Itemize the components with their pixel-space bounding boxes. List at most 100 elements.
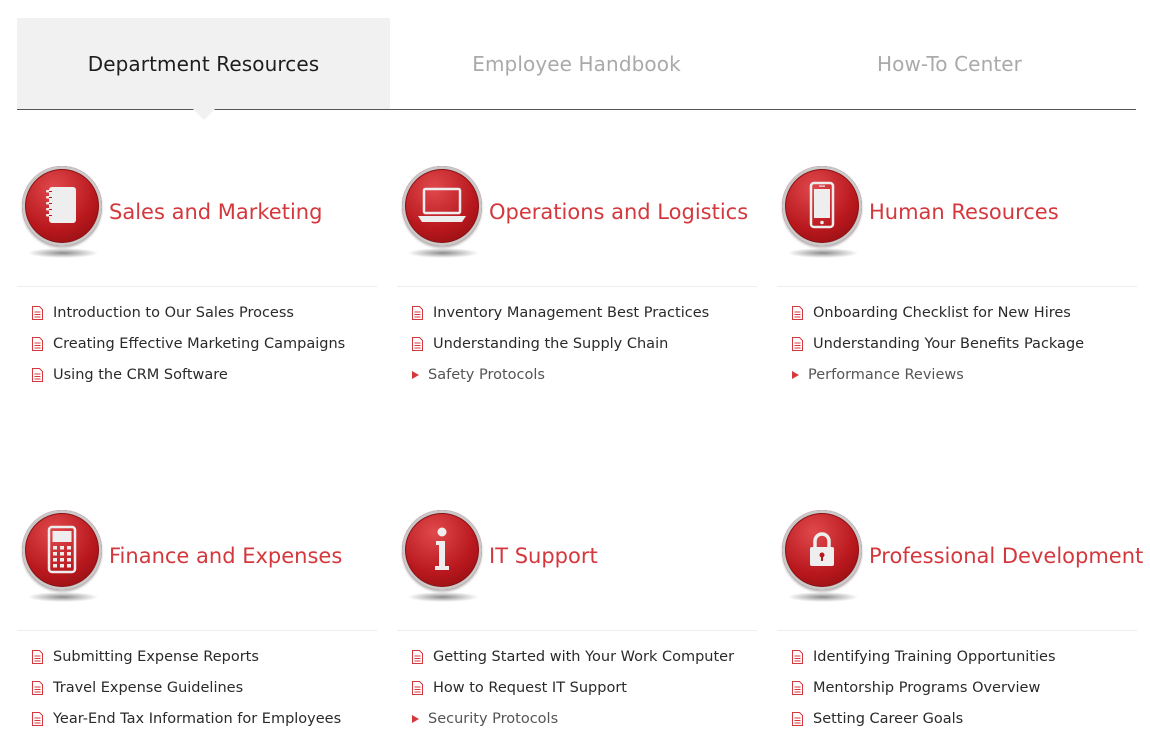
section-title[interactable]: Finance and Expenses bbox=[109, 544, 342, 568]
document-icon bbox=[32, 711, 43, 726]
item-label: Using the CRM Software bbox=[53, 366, 228, 383]
item-label: Mentorship Programs Overview bbox=[813, 679, 1041, 696]
tab-label: Employee Handbook bbox=[472, 51, 681, 76]
list-item[interactable]: Getting Started with Your Work Computer bbox=[397, 641, 757, 672]
item-label: Creating Effective Marketing Campaigns bbox=[53, 335, 346, 352]
document-icon bbox=[32, 305, 43, 320]
tab-how-to-center[interactable]: How-To Center bbox=[763, 18, 1136, 109]
section-header: Finance and Expenses bbox=[17, 510, 377, 631]
icon-shadow bbox=[27, 592, 99, 602]
icon-shadow bbox=[787, 248, 859, 258]
list-item-folder[interactable]: Performance Reviews bbox=[777, 359, 1137, 390]
section-header: Sales and Marketing bbox=[17, 166, 377, 287]
document-icon bbox=[792, 336, 803, 351]
item-label: Introduction to Our Sales Process bbox=[53, 304, 294, 321]
list-item[interactable]: Creating Effective Marketing Campaigns bbox=[17, 328, 377, 359]
section-it-support: IT Support Getting Started with Your Wor… bbox=[397, 510, 757, 734]
list-item[interactable]: How to Request IT Support bbox=[397, 672, 757, 703]
list-item[interactable]: Understanding the Supply Chain bbox=[397, 328, 757, 359]
tab-department-resources[interactable]: Department Resources bbox=[17, 18, 390, 120]
list-item-folder[interactable]: Security Protocols bbox=[397, 703, 757, 734]
document-icon bbox=[792, 711, 803, 726]
list-item[interactable]: Submitting Expense Reports bbox=[17, 641, 377, 672]
tab-label: How-To Center bbox=[876, 51, 1023, 76]
section-header: Professional Development bbox=[777, 510, 1143, 631]
item-label: Setting Career Goals bbox=[813, 710, 964, 727]
calculator-icon bbox=[22, 510, 102, 590]
list-item[interactable]: Inventory Management Best Practices bbox=[397, 297, 757, 328]
list-item[interactable]: Year-End Tax Information for Employees bbox=[17, 703, 377, 734]
icon-shadow bbox=[407, 248, 479, 258]
list-item[interactable]: Mentorship Programs Overview bbox=[777, 672, 1137, 703]
list-item[interactable]: Using the CRM Software bbox=[17, 359, 377, 390]
section-icon-badge bbox=[399, 510, 485, 610]
expand-triangle-icon bbox=[792, 370, 799, 379]
section-header: Human Resources bbox=[777, 166, 1137, 287]
list-item-folder[interactable]: Safety Protocols bbox=[397, 359, 757, 390]
item-label: Performance Reviews bbox=[808, 366, 964, 383]
resource-list: Identifying Training Opportunities Mento… bbox=[777, 641, 1137, 734]
list-item[interactable]: Understanding Your Benefits Package bbox=[777, 328, 1137, 359]
document-icon bbox=[792, 649, 803, 664]
icon-shadow bbox=[787, 592, 859, 602]
document-icon bbox=[412, 305, 423, 320]
list-item[interactable]: Identifying Training Opportunities bbox=[777, 641, 1137, 672]
section-title[interactable]: Professional Development bbox=[869, 544, 1143, 568]
item-label: Year-End Tax Information for Employees bbox=[53, 710, 342, 727]
section-professional-development: Professional Development Identifying Tra… bbox=[777, 510, 1143, 734]
section-title[interactable]: Operations and Logistics bbox=[489, 200, 748, 224]
item-label: Submitting Expense Reports bbox=[53, 648, 259, 665]
document-icon bbox=[792, 680, 803, 695]
laptop-icon bbox=[402, 166, 482, 246]
item-label: Getting Started with Your Work Computer bbox=[433, 648, 735, 665]
info-icon bbox=[402, 510, 482, 590]
section-finance-expenses: Finance and Expenses Submitting Expense … bbox=[17, 510, 377, 734]
item-label: Understanding Your Benefits Package bbox=[813, 335, 1085, 352]
document-icon bbox=[32, 680, 43, 695]
section-title[interactable]: Sales and Marketing bbox=[109, 200, 322, 224]
notebook-icon bbox=[22, 166, 102, 246]
resource-list: Onboarding Checklist for New Hires Under… bbox=[777, 297, 1137, 390]
item-label: Safety Protocols bbox=[428, 366, 545, 383]
item-label: Security Protocols bbox=[428, 710, 559, 727]
section-icon-badge bbox=[779, 166, 865, 266]
lock-icon bbox=[782, 510, 862, 590]
section-icon-badge bbox=[19, 510, 105, 610]
tab-label: Department Resources bbox=[87, 51, 320, 76]
document-icon bbox=[32, 649, 43, 664]
section-icon-badge bbox=[19, 166, 105, 266]
active-tab-indicator bbox=[192, 109, 215, 120]
section-sales-marketing: Sales and Marketing Introduction to Our … bbox=[17, 166, 377, 390]
section-icon-badge bbox=[399, 166, 485, 266]
expand-triangle-icon bbox=[412, 370, 419, 379]
icon-shadow bbox=[27, 248, 99, 258]
section-title[interactable]: IT Support bbox=[489, 544, 598, 568]
tab-employee-handbook[interactable]: Employee Handbook bbox=[390, 18, 763, 109]
document-icon bbox=[32, 367, 43, 382]
smartphone-icon bbox=[782, 166, 862, 246]
section-header: IT Support bbox=[397, 510, 757, 631]
item-label: Identifying Training Opportunities bbox=[813, 648, 1056, 665]
resource-list: Getting Started with Your Work Computer … bbox=[397, 641, 757, 734]
list-item[interactable]: Travel Expense Guidelines bbox=[17, 672, 377, 703]
document-icon bbox=[412, 680, 423, 695]
item-label: Onboarding Checklist for New Hires bbox=[813, 304, 1071, 321]
document-icon bbox=[412, 649, 423, 664]
list-item[interactable]: Setting Career Goals bbox=[777, 703, 1137, 734]
item-label: Travel Expense Guidelines bbox=[53, 679, 244, 696]
list-item[interactable]: Onboarding Checklist for New Hires bbox=[777, 297, 1137, 328]
resource-list: Introduction to Our Sales Process Creati… bbox=[17, 297, 377, 390]
document-icon bbox=[32, 336, 43, 351]
section-human-resources: Human Resources Onboarding Checklist for… bbox=[777, 166, 1137, 390]
section-icon-badge bbox=[779, 510, 865, 610]
item-label: Inventory Management Best Practices bbox=[433, 304, 710, 321]
resource-list: Inventory Management Best Practices Unde… bbox=[397, 297, 757, 390]
list-item[interactable]: Introduction to Our Sales Process bbox=[17, 297, 377, 328]
section-title[interactable]: Human Resources bbox=[869, 200, 1059, 224]
section-header: Operations and Logistics bbox=[397, 166, 757, 287]
item-label: Understanding the Supply Chain bbox=[433, 335, 669, 352]
tab-bar: Department Resources Employee Handbook H… bbox=[17, 18, 1136, 120]
resource-list: Submitting Expense Reports Travel Expens… bbox=[17, 641, 377, 734]
item-label: How to Request IT Support bbox=[433, 679, 627, 696]
section-operations-logistics: Operations and Logistics Inventory Manag… bbox=[397, 166, 757, 390]
